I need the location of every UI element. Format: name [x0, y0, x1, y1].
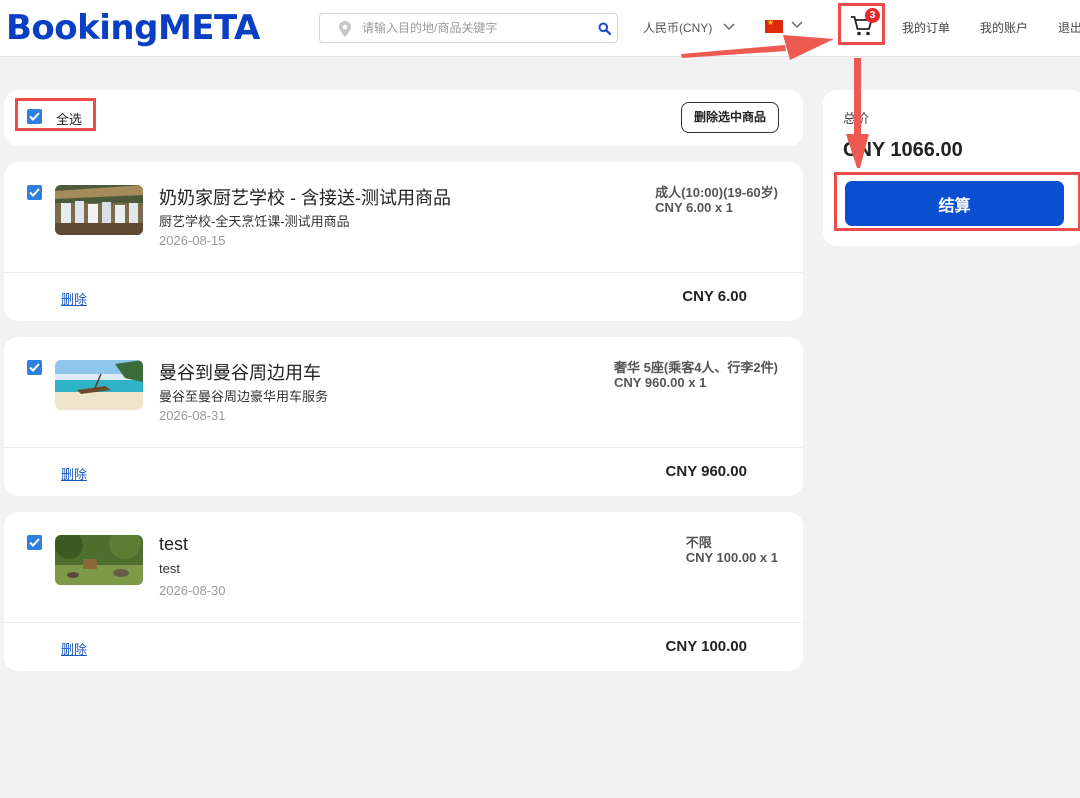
- item-subtitle: 曼谷至曼谷周边豪华用车服务: [159, 389, 329, 404]
- item-checkbox[interactable]: [27, 535, 42, 550]
- item-thumbnail[interactable]: [55, 185, 143, 235]
- item-thumbnail[interactable]: [55, 535, 143, 585]
- item-thumbnail[interactable]: [55, 360, 143, 410]
- search-input[interactable]: [362, 18, 592, 38]
- cart-button[interactable]: 3: [838, 3, 885, 45]
- cart-item: test test 2026-08-30 不限 CNY 100.00 x 1 删…: [4, 512, 803, 671]
- item-title[interactable]: test: [159, 534, 188, 555]
- cart-item: 曼谷到曼谷周边用车 曼谷至曼谷周边豪华用车服务 2026-08-31 奢华 5座…: [4, 337, 803, 496]
- select-all-label[interactable]: 全选: [56, 109, 82, 128]
- item-unit-price: CNY 960.00 x 1: [614, 375, 707, 390]
- item-subtitle: 厨艺学校-全天烹饪课-测试用商品: [159, 214, 350, 229]
- checkmark-icon: [29, 538, 40, 547]
- item-subtotal: CNY 6.00: [682, 288, 747, 305]
- checkmark-icon: [29, 188, 40, 197]
- top-header: BookingMETA 人民币(CNY) ★ 3 我的订单 我的账户 退出: [0, 0, 1080, 57]
- nav-my-orders[interactable]: 我的订单: [902, 19, 950, 36]
- item-option: 不限 CNY 100.00 x 1: [686, 535, 778, 565]
- item-subtotal: CNY 100.00: [665, 638, 747, 655]
- item-checkbox[interactable]: [27, 185, 42, 200]
- search-icon[interactable]: [598, 22, 611, 35]
- item-date: 2026-08-30: [159, 583, 226, 598]
- cart-item: 奶奶家厨艺学校 - 含接送-测试用商品 厨艺学校-全天烹饪课-测试用商品 202…: [4, 162, 803, 321]
- currency-selector[interactable]: 人民币(CNY): [643, 19, 712, 36]
- item-title[interactable]: 奶奶家厨艺学校 - 含接送-测试用商品: [159, 184, 451, 210]
- divider: [4, 272, 803, 273]
- item-option-name: 奢华 5座(乘客4人、行李2件): [614, 360, 778, 375]
- divider: [4, 622, 803, 623]
- checkout-highlight: 结算: [834, 172, 1080, 231]
- item-date: 2026-08-31: [159, 408, 226, 423]
- brand-logo[interactable]: BookingMETA: [6, 8, 260, 48]
- divider: [4, 447, 803, 448]
- select-all-bar: 全选 删除选中商品: [4, 90, 803, 146]
- item-date: 2026-08-15: [159, 233, 226, 248]
- item-option: 奢华 5座(乘客4人、行李2件) CNY 960.00 x 1: [614, 360, 778, 390]
- checkmark-icon: [29, 112, 40, 121]
- item-unit-price: CNY 6.00 x 1: [655, 200, 733, 215]
- cart-count-badge: 3: [865, 8, 880, 23]
- chevron-down-icon[interactable]: [791, 21, 803, 29]
- order-summary: 总价 CNY 1066.00 结算: [823, 90, 1080, 246]
- checkmark-icon: [29, 363, 40, 372]
- item-option-name: 不限: [685, 535, 712, 550]
- delete-item-link[interactable]: 删除: [61, 639, 87, 658]
- search-box[interactable]: [319, 13, 618, 43]
- total-amount: CNY 1066.00: [843, 139, 963, 161]
- item-option: 成人(10:00)(19-60岁) CNY 6.00 x 1: [655, 185, 778, 215]
- chevron-down-icon[interactable]: [723, 23, 735, 31]
- item-subtotal: CNY 960.00: [665, 463, 747, 480]
- item-subtitle: test: [159, 561, 180, 576]
- item-option-name: 成人(10:00)(19-60岁): [655, 185, 778, 200]
- nav-logout[interactable]: 退出: [1058, 19, 1080, 36]
- delete-item-link[interactable]: 删除: [61, 289, 87, 308]
- delete-selected-button[interactable]: 删除选中商品: [681, 102, 779, 133]
- select-all-checkbox[interactable]: [27, 109, 42, 124]
- total-label: 总价: [843, 111, 870, 126]
- delete-item-link[interactable]: 删除: [61, 464, 87, 483]
- item-checkbox[interactable]: [27, 360, 42, 375]
- nav-my-account[interactable]: 我的账户: [980, 19, 1028, 36]
- china-flag-icon[interactable]: ★: [765, 18, 783, 33]
- location-pin-icon: [339, 21, 351, 37]
- item-unit-price: CNY 100.00 x 1: [685, 550, 778, 565]
- checkout-button[interactable]: 结算: [845, 181, 1064, 226]
- item-title[interactable]: 曼谷到曼谷周边用车: [159, 359, 321, 385]
